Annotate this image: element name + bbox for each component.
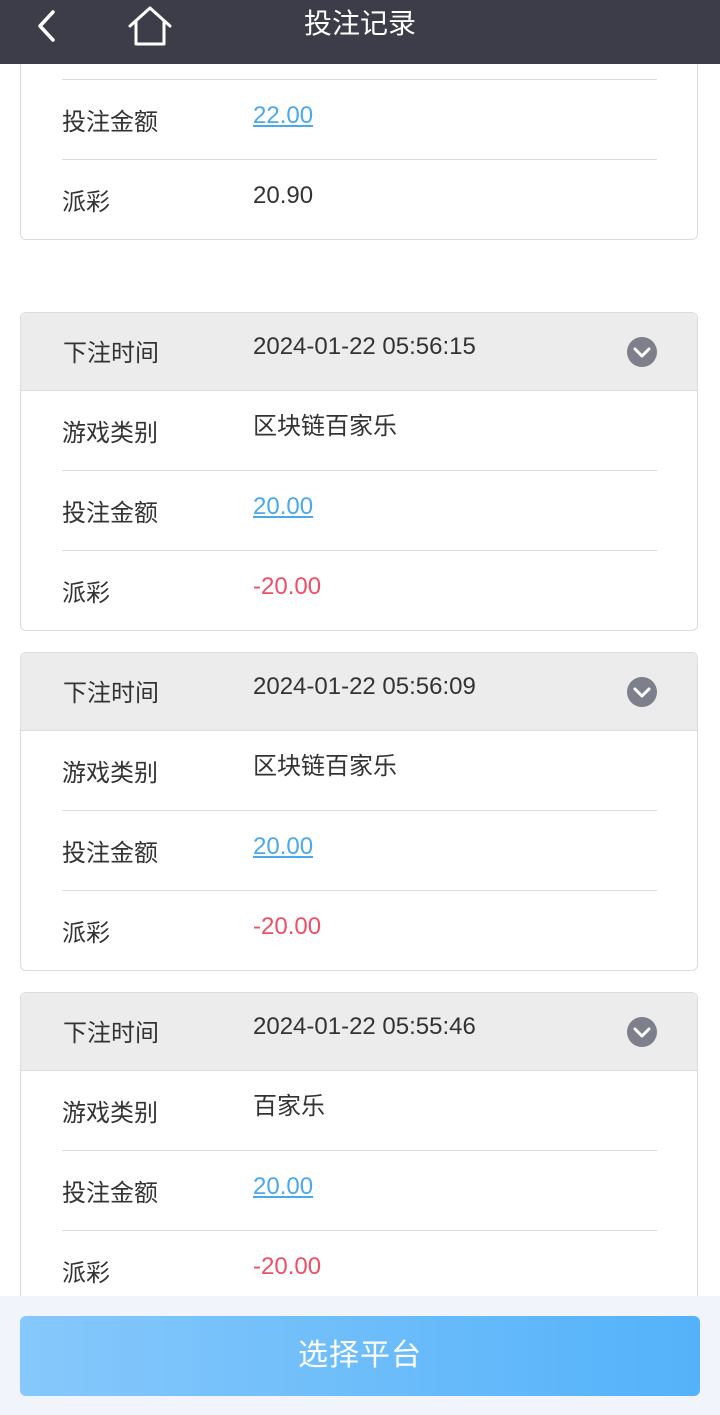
page-title: 投注记录 [303,7,416,40]
game-type-row: 游戏类别 区块链百家乐 [62,731,657,811]
top-nav-bar: 投注记录 [0,0,720,64]
game-type-row: 游戏类别 百家乐 [62,1071,657,1151]
bet-amount-label: 投注金额 [62,108,158,136]
bet-record-card: 下注时间 2024-01-22 05:56:09 游戏类别 区块链百家乐 投注金… [20,652,698,971]
chevron-down-circle-icon[interactable] [627,337,657,367]
bet-amount-row: 投注金额 20.00 [62,471,657,551]
payout-label: 派彩 [62,1259,110,1287]
bet-time-label: 下注时间 [63,339,159,367]
bet-amount-link[interactable]: 20.00 [253,491,313,523]
game-type-label: 游戏类别 [62,1099,158,1127]
bet-amount-link[interactable]: 22.00 [253,100,313,132]
game-type-row: 游戏类别 区块链百家乐 [62,391,657,471]
payout-label: 派彩 [62,579,110,607]
game-type-value: 区块链百家乐 [253,753,397,780]
bet-time-label: 下注时间 [63,1019,159,1047]
payout-value: -20.00 [253,1253,322,1280]
bet-amount-link[interactable]: 20.00 [253,831,313,863]
bottom-action-bar: 选择平台 [0,1296,720,1415]
bet-amount-label: 投注金额 [62,1179,158,1207]
bet-time-value: 2024-01-22 05:56:09 [253,673,476,700]
bet-record-header[interactable]: 下注时间 2024-01-22 05:55:46 [21,993,697,1071]
bet-amount-row: 投注金额 20.00 [62,1151,657,1231]
bet-amount-link[interactable]: 20.00 [253,1171,313,1203]
bet-record-header[interactable]: 下注时间 2024-01-22 05:56:15 [21,313,697,391]
bet-record-header[interactable]: 下注时间 2024-01-22 05:56:09 [21,653,697,731]
bet-amount-label: 投注金额 [62,499,158,527]
game-type-value: 百家乐 [253,1093,325,1120]
payout-row: 派彩 -20.00 [62,891,657,970]
bet-time-label: 下注时间 [63,679,159,707]
payout-label: 派彩 [62,919,110,947]
bet-time-value: 2024-01-22 05:55:46 [253,1013,476,1040]
payout-row: 派彩 20.90 [62,160,657,239]
payout-value: 20.90 [253,182,314,209]
payout-label: 派彩 [62,188,110,216]
game-type-label: 游戏类别 [62,419,158,447]
select-platform-button[interactable]: 选择平台 [20,1316,700,1396]
payout-value: -20.00 [253,573,322,600]
records-list: 游戏类别 区块链百家乐 投注金额 22.00 派彩 20.90 下注时间 202… [0,0,720,1415]
game-type-value: 区块链百家乐 [253,413,397,440]
bet-record-card: 下注时间 2024-01-22 05:55:46 游戏类别 百家乐 投注金额 2… [20,992,698,1311]
payout-value: -20.00 [253,913,322,940]
bet-amount-label: 投注金额 [62,839,158,867]
payout-row: 派彩 -20.00 [62,551,657,630]
bet-record-card: 下注时间 2024-01-22 05:56:15 游戏类别 区块链百家乐 投注金… [20,312,698,631]
bet-time-value: 2024-01-22 05:56:15 [253,333,476,360]
bet-amount-row: 投注金额 22.00 [62,80,657,160]
chevron-down-circle-icon[interactable] [627,1017,657,1047]
game-type-label: 游戏类别 [62,759,158,787]
bet-amount-row: 投注金额 20.00 [62,811,657,891]
chevron-down-circle-icon[interactable] [627,677,657,707]
